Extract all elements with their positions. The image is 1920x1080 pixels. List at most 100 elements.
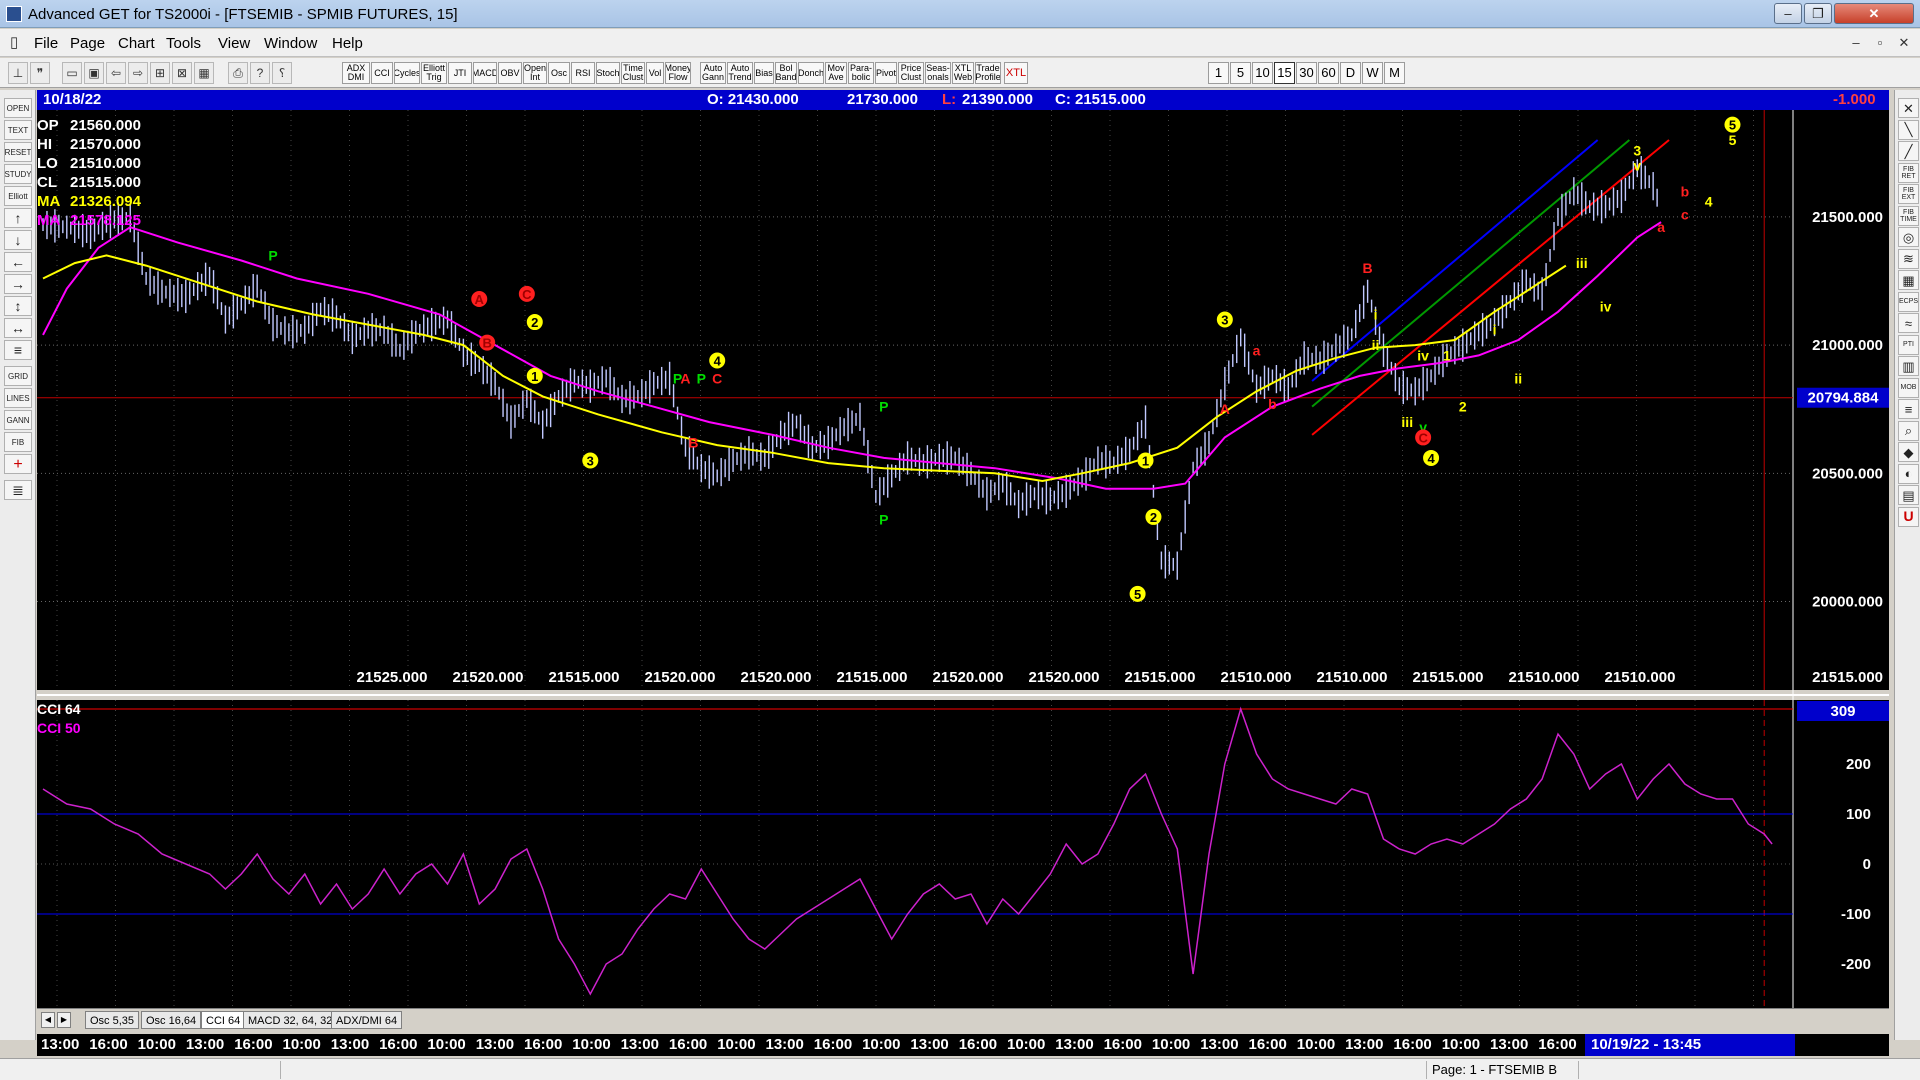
mdi-restore-button[interactable]: ▫ xyxy=(1870,34,1890,52)
indicator-button-pivot[interactable]: Pivot xyxy=(875,62,897,84)
menu-chart[interactable]: Chart xyxy=(118,35,155,52)
menu-view[interactable]: View xyxy=(218,35,250,52)
print-icon[interactable]: ⎙ xyxy=(228,62,248,84)
indicator-button-seas-onals[interactable]: Seas-onals xyxy=(925,62,951,84)
left-tool-13-icon[interactable]: GRID xyxy=(4,366,32,386)
indicator-button-auto-trend[interactable]: Auto Trend xyxy=(727,62,753,84)
right-tool-11-icon[interactable]: ≈ xyxy=(1898,313,1919,333)
right-tool-4-icon[interactable]: FIB RET xyxy=(1898,162,1919,183)
timeframe-button-30[interactable]: 30 xyxy=(1296,62,1317,84)
right-tool-16-icon[interactable]: ⌕ xyxy=(1898,420,1919,441)
indicator-button-adx-dmi[interactable]: ADX DMI xyxy=(342,62,370,84)
copy-page-icon[interactable]: ▣ xyxy=(84,62,104,84)
left-tool-2-icon[interactable]: TEXT xyxy=(4,120,32,140)
indicator-button-open-int[interactable]: Open Int xyxy=(523,62,547,84)
right-tool-10-icon[interactable]: ECPS xyxy=(1898,291,1919,312)
tab-osc-5-35[interactable]: Osc 5,35 xyxy=(85,1011,140,1029)
right-tool-20-icon[interactable]: U xyxy=(1898,506,1919,527)
prev-chart-icon[interactable]: ⇦ xyxy=(106,62,126,84)
timeframe-button-60[interactable]: 60 xyxy=(1318,62,1339,84)
left-tool-7-icon[interactable]: ↓ xyxy=(4,230,32,250)
right-tool-15-icon[interactable]: ≡ xyxy=(1898,399,1919,419)
indicator-button-mov-ave[interactable]: Mov Ave xyxy=(825,62,847,84)
indicator-button-osc[interactable]: Osc xyxy=(548,62,570,84)
indicator-button-xtl-web[interactable]: XTL Web xyxy=(952,62,974,84)
left-tool-14-icon[interactable]: LINES xyxy=(4,388,32,408)
restore-button[interactable]: ❐ xyxy=(1804,3,1832,24)
timeframe-button-m[interactable]: M xyxy=(1384,62,1405,84)
left-tool-8-icon[interactable]: ← xyxy=(4,252,32,272)
mdi-minimize-button[interactable]: – xyxy=(1846,34,1866,52)
indicator-button-jti[interactable]: JTI xyxy=(448,62,472,84)
timeframe-button-1[interactable]: 1 xyxy=(1208,62,1229,84)
right-tool-9-icon[interactable]: ▦ xyxy=(1898,270,1919,290)
left-tool-4-icon[interactable]: STUDY xyxy=(4,164,32,184)
indicator-button-trade-profile[interactable]: Trade Profile xyxy=(975,62,1001,84)
quote-icon[interactable]: ❞ xyxy=(30,62,50,84)
menu-window[interactable]: Window xyxy=(264,35,317,52)
tab-osc-16-64[interactable]: Osc 16,64 xyxy=(141,1011,202,1029)
help-icon[interactable]: ? xyxy=(250,62,270,84)
indicator-button-macd[interactable]: MACD xyxy=(473,62,497,84)
menu-help[interactable]: Help xyxy=(332,35,363,52)
indicator-button-money-flow[interactable]: Money Flow xyxy=(665,62,691,84)
indicator-button-price-clust[interactable]: Price Clust xyxy=(898,62,924,84)
left-tool-16-icon[interactable]: FIB xyxy=(4,432,32,452)
indicator-button-auto-gann[interactable]: Auto Gann xyxy=(700,62,726,84)
right-tool-1-icon[interactable]: ✕ xyxy=(1898,98,1919,118)
document-icon[interactable]: ▯ xyxy=(10,35,22,51)
indicator-button-bol-band[interactable]: Bol Band xyxy=(775,62,797,84)
right-tool-3-icon[interactable]: ╱ xyxy=(1898,141,1919,161)
right-tool-8-icon[interactable]: ≋ xyxy=(1898,248,1919,269)
right-tool-12-icon[interactable]: PTI xyxy=(1898,334,1919,355)
grid-icon[interactable]: ▦ xyxy=(194,62,214,84)
indicator-button-para-bolic[interactable]: Para-bolic xyxy=(848,62,874,84)
menu-page[interactable]: Page xyxy=(70,35,105,52)
left-tool-6-icon[interactable]: ↑ xyxy=(4,208,32,228)
right-tool-6-icon[interactable]: FIB TIME xyxy=(1898,205,1919,226)
indicator-button-bias[interactable]: Bias xyxy=(754,62,774,84)
layout-icon[interactable]: ⊞ xyxy=(150,62,170,84)
tab-scroll-right-icon[interactable]: ▶ xyxy=(57,1012,71,1028)
left-tool-3-icon[interactable]: RESET xyxy=(4,142,32,162)
new-page-icon[interactable]: ▭ xyxy=(62,62,82,84)
mdi-close-button[interactable]: ✕ xyxy=(1894,34,1914,52)
tab-scroll-left-icon[interactable]: ◀ xyxy=(41,1012,55,1028)
indicator-button-cycles[interactable]: Cycles xyxy=(394,62,420,84)
right-tool-17-icon[interactable]: ◆ xyxy=(1898,442,1919,462)
indicator-button-elliott-trig[interactable]: Elliott Trig xyxy=(421,62,447,84)
left-tool-10-icon[interactable]: ↕ xyxy=(4,296,32,316)
timeframe-button-10[interactable]: 10 xyxy=(1252,62,1273,84)
next-chart-icon[interactable]: ⇨ xyxy=(128,62,148,84)
right-tool-19-icon[interactable]: ▤ xyxy=(1898,485,1919,505)
pin-icon[interactable]: ⊥ xyxy=(8,62,28,84)
right-tool-2-icon[interactable]: ╲ xyxy=(1898,119,1919,140)
context-help-icon[interactable]: ⸮ xyxy=(272,62,292,84)
indicator-button-cci[interactable]: CCI xyxy=(371,62,393,84)
indicator-button-time-clust[interactable]: Time Clust xyxy=(621,62,645,84)
left-tool-11-icon[interactable]: ↔ xyxy=(4,318,32,338)
indicator-button-obv[interactable]: OBV xyxy=(498,62,522,84)
tile-icon[interactable]: ⊠ xyxy=(172,62,192,84)
timeframe-button-5[interactable]: 5 xyxy=(1230,62,1251,84)
tab-macd[interactable]: MACD 32, 64, 32 xyxy=(243,1011,338,1029)
indicator-button-donch[interactable]: Donch xyxy=(798,62,824,84)
left-tool-17-icon[interactable]: + xyxy=(4,454,32,474)
timeframe-button-d[interactable]: D xyxy=(1340,62,1361,84)
left-tool-15-icon[interactable]: GANN xyxy=(4,410,32,430)
timeframe-button-15[interactable]: 15 xyxy=(1274,62,1295,84)
tab-adx-dmi[interactable]: ADX/DMI 64 xyxy=(331,1011,403,1029)
indicator-button-xtl[interactable]: XTL xyxy=(1004,62,1028,84)
chart-canvas[interactable]: 20000.000 20500.000 21000.000 21500.000 2079… xyxy=(37,110,1889,1010)
timeframe-button-w[interactable]: W xyxy=(1362,62,1383,84)
indicator-button-stoch[interactable]: Stoch xyxy=(596,62,620,84)
left-tool-1-icon[interactable]: OPEN xyxy=(4,98,32,118)
right-tool-5-icon[interactable]: FIB EXT xyxy=(1898,184,1919,204)
right-tool-14-icon[interactable]: MOB xyxy=(1898,377,1919,398)
menu-tools[interactable]: Tools xyxy=(166,35,201,52)
minimize-button[interactable]: – xyxy=(1774,3,1802,24)
indicator-button-rsi[interactable]: RSI xyxy=(571,62,595,84)
left-tool-12-icon[interactable]: ≡ xyxy=(4,340,32,360)
right-tool-7-icon[interactable]: ◎ xyxy=(1898,227,1919,247)
left-tool-9-icon[interactable]: → xyxy=(4,274,32,294)
